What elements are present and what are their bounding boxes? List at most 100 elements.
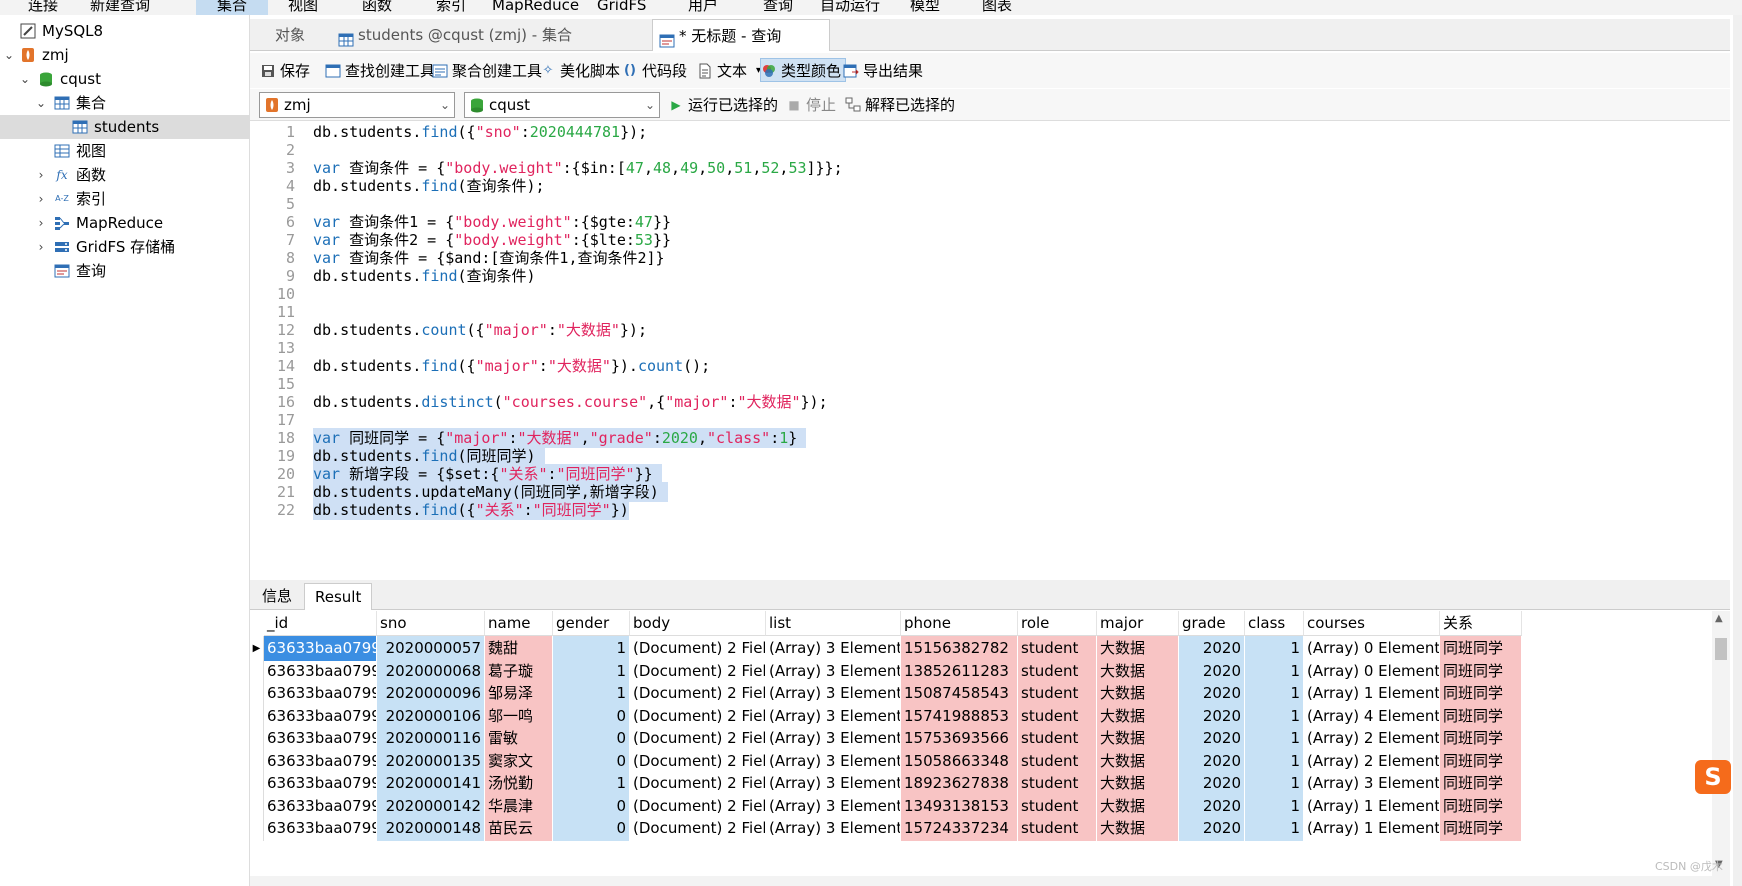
tree-node-indexes[interactable]: › A-Z 索引: [0, 187, 250, 211]
table-cell[interactable]: (Array) 3 Elements: [1304, 771, 1440, 796]
table-cell[interactable]: (Array) 1 Element: [1304, 793, 1440, 819]
chevron-right-icon[interactable]: ›: [34, 211, 48, 235]
table-cell[interactable]: 2020000106: [377, 703, 485, 729]
table-cell[interactable]: 2020: [1179, 726, 1245, 751]
table-cell[interactable]: 同班同学: [1440, 658, 1522, 684]
table-cell[interactable]: 同班同学: [1440, 726, 1522, 751]
table-cell[interactable]: 2020: [1179, 681, 1245, 706]
tab-result[interactable]: Result: [304, 583, 373, 610]
table-cell[interactable]: 1: [1245, 793, 1304, 819]
column-header-id[interactable]: _id: [264, 611, 377, 636]
table-cell[interactable]: 0: [553, 748, 630, 774]
tree-node-views[interactable]: 视图: [0, 139, 250, 163]
menu-gridfs[interactable]: GridFS: [597, 0, 646, 15]
chevron-down-icon[interactable]: ⌄: [2, 43, 16, 67]
table-cell[interactable]: student: [1018, 748, 1097, 774]
table-cell[interactable]: 2020000148: [377, 816, 485, 841]
table-cell[interactable]: 雷敏: [485, 726, 553, 751]
query-editor[interactable]: 1 db.students.find({"sno":2020444781}); 2…: [250, 122, 1725, 577]
scroll-up-icon[interactable]: ▲: [1715, 613, 1723, 624]
table-cell[interactable]: (Array) 3 Elements: [766, 703, 901, 729]
table-cell[interactable]: 同班同学: [1440, 681, 1522, 706]
tree-node-cqust[interactable]: ⌄ cqust: [0, 67, 250, 91]
table-cell[interactable]: (Array) 3 Elements: [766, 793, 901, 819]
table-cell[interactable]: 2020000057: [377, 636, 485, 661]
table-cell[interactable]: (Array) 2 Elements: [1304, 726, 1440, 751]
table-cell[interactable]: 2020: [1179, 771, 1245, 796]
table-cell[interactable]: 18923627838: [901, 771, 1018, 796]
table-cell[interactable]: student: [1018, 636, 1097, 661]
tree-node-zmj[interactable]: ⌄ zmj: [0, 43, 250, 67]
table-cell[interactable]: 63633baa0799796b3: [264, 636, 377, 661]
table-cell[interactable]: (Array) 1 Element: [1304, 816, 1440, 841]
column-header-name[interactable]: name: [485, 611, 553, 636]
column-header-relation[interactable]: 关系: [1440, 611, 1522, 636]
table-cell[interactable]: 邹易泽: [485, 681, 553, 706]
table-cell[interactable]: (Array) 3 Elements: [766, 771, 901, 796]
table-cell[interactable]: 15058663348: [901, 748, 1018, 774]
table-cell[interactable]: 苗民云: [485, 816, 553, 841]
tree-node-collections[interactable]: ⌄ 集合: [0, 91, 250, 115]
column-header-courses[interactable]: courses: [1304, 611, 1440, 636]
menu-user[interactable]: 用户: [688, 0, 718, 15]
table-cell[interactable]: 1: [1245, 636, 1304, 661]
menu-query[interactable]: 查询: [763, 0, 793, 15]
table-cell[interactable]: 2020: [1179, 793, 1245, 819]
table-cell[interactable]: student: [1018, 771, 1097, 796]
menu-mapreduce[interactable]: MapReduce: [492, 0, 579, 15]
table-cell[interactable]: 1: [553, 658, 630, 684]
table-cell[interactable]: (Array) 3 Elements: [766, 726, 901, 751]
row-marker[interactable]: [250, 658, 264, 684]
table-cell[interactable]: 15087458543: [901, 681, 1018, 706]
row-marker[interactable]: [250, 748, 264, 774]
table-cell[interactable]: (Array) 3 Elements: [766, 816, 901, 841]
table-cell[interactable]: 1: [553, 681, 630, 706]
chevron-right-icon[interactable]: ›: [34, 235, 48, 259]
column-header-sno[interactable]: sno: [377, 611, 485, 636]
table-cell[interactable]: (Array) 0 Elements: [1304, 658, 1440, 684]
tree-node-queries[interactable]: 查询: [0, 259, 250, 283]
tab-students-collection[interactable]: students @cqust (zmj) - 集合: [332, 19, 600, 51]
text-mode-button[interactable]: 文本 ▾: [697, 59, 761, 83]
table-cell[interactable]: 2020: [1179, 748, 1245, 774]
table-cell[interactable]: (Array) 3 Elements: [766, 681, 901, 706]
menu-model[interactable]: 模型: [910, 0, 940, 15]
table-cell[interactable]: 13852611283: [901, 658, 1018, 684]
window-scrollbar[interactable]: [1733, 15, 1742, 886]
table-cell[interactable]: 大数据: [1097, 793, 1179, 819]
tab-untitled-query[interactable]: * 无标题 - 查询: [652, 19, 830, 51]
table-cell[interactable]: (Array) 3 Elements: [766, 748, 901, 774]
table-cell[interactable]: 15741988853: [901, 703, 1018, 729]
column-header-phone[interactable]: phone: [901, 611, 1018, 636]
table-cell[interactable]: 大数据: [1097, 681, 1179, 706]
table-cell[interactable]: 1: [1245, 681, 1304, 706]
export-results-button[interactable]: 导出结果: [843, 59, 923, 83]
table-cell[interactable]: (Document) 2 Fields: [630, 793, 766, 819]
tab-objects[interactable]: 对象: [250, 19, 330, 51]
table-cell[interactable]: 63633baa0799796b3: [264, 658, 377, 684]
type-color-toggle[interactable]: 类型颜色: [760, 58, 847, 82]
table-cell[interactable]: student: [1018, 703, 1097, 729]
table-cell[interactable]: 2020: [1179, 703, 1245, 729]
database-select[interactable]: cqust ⌄: [464, 92, 660, 118]
table-cell[interactable]: 同班同学: [1440, 771, 1522, 796]
menu-collection[interactable]: 集合: [196, 0, 268, 15]
floating-assistant-icon[interactable]: S: [1695, 760, 1731, 794]
table-cell[interactable]: 2020000068: [377, 658, 485, 684]
table-cell[interactable]: 2020000141: [377, 771, 485, 796]
table-cell[interactable]: 2020000135: [377, 748, 485, 774]
table-cell[interactable]: 2020000142: [377, 793, 485, 819]
table-cell[interactable]: 2020: [1179, 636, 1245, 661]
column-header-list[interactable]: list: [766, 611, 901, 636]
table-cell[interactable]: 窦家文: [485, 748, 553, 774]
table-cell[interactable]: (Array) 2 Elements: [1304, 748, 1440, 774]
table-cell[interactable]: 2020: [1179, 658, 1245, 684]
table-cell[interactable]: 汤悦勤: [485, 771, 553, 796]
table-cell[interactable]: 63633baa0799796b3: [264, 681, 377, 706]
column-header-body[interactable]: body: [630, 611, 766, 636]
table-cell[interactable]: 1: [1245, 816, 1304, 841]
table-cell[interactable]: 2020000116: [377, 726, 485, 751]
table-cell[interactable]: 1: [1245, 703, 1304, 729]
run-selected-button[interactable]: ▶ 运行已选择的: [668, 94, 778, 116]
tab-info[interactable]: 信息: [252, 583, 302, 610]
